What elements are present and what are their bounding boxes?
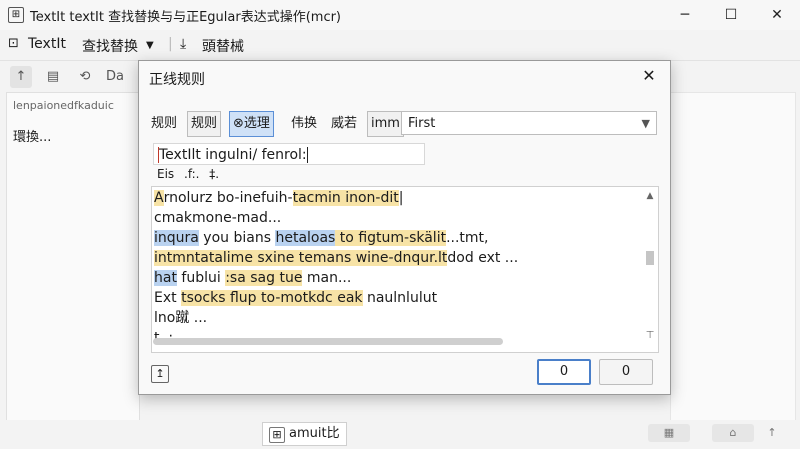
replace-menu-item[interactable]: 頭替械 [202,36,244,56]
match-text: cmakmone-mad... [154,210,282,226]
right-pane [670,92,796,424]
sub-label-2[interactable]: .f:. [184,167,199,181]
scroll-down-icon[interactable]: ⊤ [644,330,656,341]
refresh-icon[interactable]: ⟲ [74,66,96,88]
status-bar: ⊞ amuit比 ▦ ⌂ ↑ [0,420,800,449]
scope-select[interactable]: First ▼ [401,111,657,135]
match-text: fublui [176,270,226,286]
pattern-input[interactable]: TextIlt ingulni/ fenrol: [153,143,425,165]
match-result-line[interactable]: cmakmone-mad... [154,209,281,228]
match-result-line[interactable]: Ext tsocks flup to-motkdc eak naulnlulut [154,289,437,308]
option-rules-label: 规则 [151,116,178,131]
menu-separator: | [168,36,173,52]
option-imm-button[interactable]: imm [367,111,404,137]
option-replace-button[interactable]: 伟换 [287,111,321,137]
option-select-button[interactable]: ⊗选理 [229,111,274,137]
app-menu-icon[interactable]: ⊡ [8,36,19,51]
text-caret-end [306,147,308,163]
dialog-close-icon[interactable]: ✕ [638,65,660,87]
find-replace-menu[interactable]: 查找替换 [82,36,138,56]
match-result-line[interactable]: intmntatalime sxine temans wine-dnqur.lt… [154,249,518,268]
cancel-button[interactable]: 0 [599,359,653,385]
left-pane: lenpaionedfkaduic 環換... [6,92,140,424]
match-highlight: tsocks flup to-motkdc eak [181,290,363,306]
match-highlight: hat [154,270,177,286]
match-text: you bians [198,230,276,246]
left-pane-item[interactable]: 環換... [13,126,51,145]
regex-dialog: 正线规则 ✕ 规则 规则 ⊗选理 伟换 威若 imm First ▼ TextI… [138,60,671,395]
match-results-list[interactable]: ▲ ⊤ Arnolurz bo-inefuih-tacmin inon-dit|… [151,186,659,353]
match-text: ...tmt, [446,230,489,246]
minimize-button[interactable]: ─ [662,0,708,30]
match-result-line[interactable]: Arnolurz bo-inefuih-tacmin inon-dit| [154,189,403,208]
status-layout-button[interactable]: ⌂ [712,424,754,442]
match-highlight: tacmin inon-dit [292,190,399,206]
app-menu-label[interactable]: TextIt [28,36,66,52]
chevron-down-icon: ▼ [641,117,650,130]
match-text: | [398,190,404,206]
match-highlight: intmntatalime sxine temans wine-dnqur.lt [154,250,448,266]
status-icon: ⊞ [269,427,285,443]
scroll-thumb[interactable] [646,251,654,265]
match-result-line[interactable]: lno蹴 ... [154,309,207,328]
maximize-button[interactable]: ☐ [708,0,754,30]
pin-icon[interactable]: ↑ [10,66,32,88]
match-text: naulnlulut [362,290,438,306]
results-scrollbar[interactable]: ▲ ⊤ [644,191,656,341]
document-icon[interactable]: ▤ [42,66,64,88]
status-center-text: amuit比 [289,426,340,441]
pattern-input-value: TextIlt ingulni/ fenrol: [159,147,307,163]
sub-label-3[interactable]: ‡. [209,167,219,181]
ok-button[interactable]: 0 [537,359,591,385]
window-title: TextIt textIt 查找替换与与正Egular表达式操作(mcr) [30,10,342,25]
match-text: dod ext ... [447,250,519,266]
option-rules-button[interactable]: 规则 [187,111,222,137]
match-text: man... [302,270,352,286]
upload-icon[interactable]: ↥ [151,365,169,383]
match-text: Ext [154,290,182,306]
title-bar: ⊞ TextIt textIt 查找替换与与正Egular表达式操作(mcr) … [0,0,800,30]
match-result-line[interactable]: inqura you bians hetaloas to figtum-skäl… [154,229,489,248]
match-highlight: inqura [154,230,199,246]
option-match-button[interactable]: 威若 [327,111,361,137]
scope-select-value: First [408,116,436,131]
horizontal-scrollbar[interactable] [153,338,503,345]
match-highlight: to figtum-skälit [335,230,447,246]
pattern-sub-row: Eis .f:. ‡. [157,167,225,181]
match-highlight: :sa sag tue [225,270,303,286]
text-toolbar-item[interactable]: Da [106,66,124,88]
status-center-field[interactable]: ⊞ amuit比 [262,422,347,446]
match-highlight: A [154,190,164,206]
match-text: lno蹴 ... [154,310,208,326]
scroll-top-icon[interactable]: ↑ [760,424,784,442]
match-highlight: hetaloas [275,230,336,246]
scroll-up-icon[interactable]: ▲ [644,191,656,201]
match-result-line[interactable]: hat fublui :sa sag tue man... [154,269,351,288]
sub-label-1[interactable]: Eis [157,167,174,181]
menu-bar: ⊡ TextIt 查找替换 ▼ | ⤓ 頭替械 [0,30,800,61]
status-view-button[interactable]: ▦ [648,424,690,442]
app-icon: ⊞ [8,7,24,23]
left-pane-header: lenpaionedfkaduic [13,99,114,112]
match-text: rnolurz bo-inefuih- [163,190,293,206]
download-icon[interactable]: ⤓ [180,36,186,52]
close-button[interactable]: ✕ [754,0,800,30]
dialog-title: 正线规则 [149,72,205,88]
chevron-down-icon: ▼ [146,40,154,51]
